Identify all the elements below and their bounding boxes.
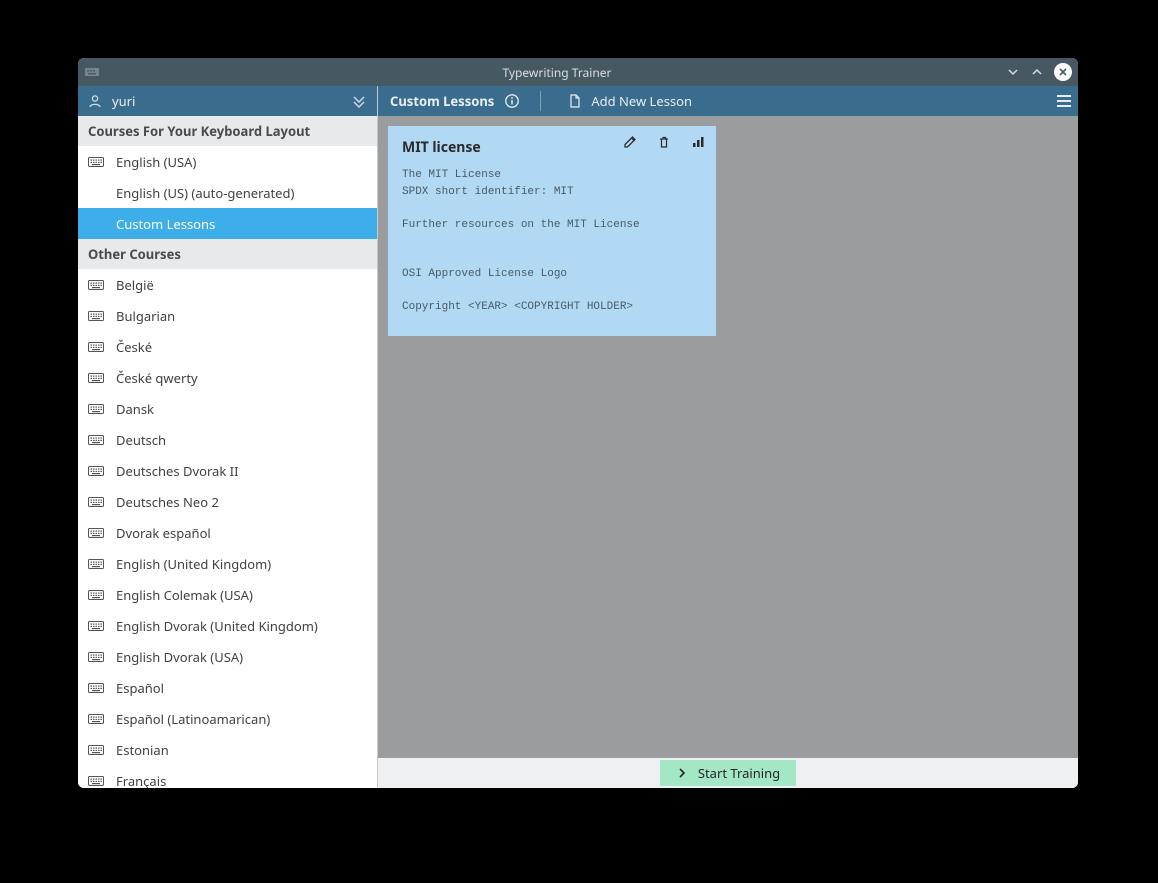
course-item[interactable]: English Dvorak (United Kingdom) [78,610,377,641]
course-item[interactable]: Deutsches Neo 2 [78,486,377,517]
keyboard-icon [88,527,104,539]
close-icon [1058,67,1068,77]
course-item[interactable]: België [78,269,377,300]
minimize-button[interactable] [1006,65,1020,79]
window-title: Typewriting Trainer [108,64,1006,81]
footer: Start Training [378,758,1078,788]
chevron-right-icon [676,767,688,779]
course-item[interactable]: Español [78,672,377,703]
info-icon[interactable] [504,93,520,109]
keyboard-icon [88,589,104,601]
expand-down-icon [351,94,367,108]
app-icon [84,64,100,80]
course-item[interactable]: English Dvorak (USA) [78,641,377,672]
keyboard-icon [88,403,104,415]
keyboard-icon [88,341,104,353]
course-item[interactable]: English (US) (auto-generated) [78,177,377,208]
course-item[interactable]: Dansk [78,393,377,424]
sidebar: yuri Courses For Your Keyboard Layout En… [78,86,378,788]
course-label: České qwerty [116,369,198,387]
course-label: België [116,276,154,294]
edit-icon[interactable] [622,134,638,150]
keyboard-icon [88,651,104,663]
toolbar: Custom Lessons Add New Lesson [378,86,1078,116]
course-label: Dansk [116,400,154,418]
course-item[interactable]: Dvorak español [78,517,377,548]
course-label: Estonian [116,741,169,759]
user-icon [88,94,102,108]
new-document-icon [567,93,583,109]
keyboard-icon [88,713,104,725]
start-training-button[interactable]: Start Training [660,760,796,786]
stats-icon[interactable] [690,134,706,150]
toolbar-separator [540,91,541,111]
close-button[interactable] [1054,63,1072,81]
lesson-preview-text: The MIT License SPDX short identifier: M… [402,167,702,316]
course-item[interactable]: České [78,331,377,362]
course-label: Custom Lessons [116,215,215,233]
course-item[interactable]: Estonian [78,734,377,765]
course-label: Español [116,679,164,697]
course-label: English Colemak (USA) [116,586,253,604]
keyboard-icon [88,496,104,508]
course-label: English Dvorak (United Kingdom) [116,617,318,635]
course-item[interactable]: Deutsch [78,424,377,455]
course-label: Dvorak español [116,524,211,542]
user-selector[interactable]: yuri [78,86,377,116]
lesson-card[interactable]: MIT license The MIT License SPDX short i… [388,126,716,336]
course-item[interactable]: České qwerty [78,362,377,393]
keyboard-icon [88,558,104,570]
course-label: Deutsches Dvorak II [116,462,239,480]
app-window: Typewriting Trainer yuri [78,58,1078,788]
user-name: yuri [112,92,135,110]
course-item[interactable]: English (United Kingdom) [78,548,377,579]
delete-icon[interactable] [656,134,672,150]
course-label: Español (Latinoamarican) [116,710,270,728]
course-label: English (US) (auto-generated) [116,184,294,202]
course-item[interactable]: English Colemak (USA) [78,579,377,610]
keyboard-icon [88,156,104,168]
course-item[interactable]: Deutsches Dvorak II [78,455,377,486]
course-label: České [116,338,152,356]
keyboard-icon [88,372,104,384]
main-area: Custom Lessons Add New Lesson [378,86,1078,788]
keyboard-icon [88,465,104,477]
add-new-lesson-label: Add New Lesson [591,92,692,110]
start-training-label: Start Training [698,764,780,782]
keyboard-icon [88,310,104,322]
course-item[interactable]: English (USA) [78,146,377,177]
add-new-lesson-button[interactable]: Add New Lesson [561,92,698,110]
course-item[interactable]: Bulgarian [78,300,377,331]
keyboard-icon [88,744,104,756]
course-list[interactable]: Courses For Your Keyboard Layout English… [78,116,377,788]
course-label: Français [116,772,166,789]
menu-button[interactable] [1050,87,1078,115]
keyboard-icon [88,775,104,787]
titlebar: Typewriting Trainer [78,58,1078,86]
keyboard-icon [88,620,104,632]
course-item[interactable]: Custom Lessons [78,208,377,239]
course-label: Deutsches Neo 2 [116,493,219,511]
section-header-other-courses: Other Courses [78,239,377,269]
lesson-canvas: MIT license The MIT License SPDX short i… [378,116,1078,758]
course-label: Bulgarian [116,307,175,325]
section-header-keyboard-layout: Courses For Your Keyboard Layout [78,116,377,146]
course-label: English (USA) [116,153,196,171]
course-label: Deutsch [116,431,166,449]
keyboard-icon [88,434,104,446]
keyboard-icon [88,682,104,694]
keyboard-icon [88,279,104,291]
course-item[interactable]: Français [78,765,377,788]
chevron-up-icon [1031,66,1043,78]
toolbar-title: Custom Lessons [390,92,494,110]
maximize-button[interactable] [1030,65,1044,79]
hamburger-icon [1057,95,1071,97]
chevron-down-icon [1007,66,1019,78]
course-label: English Dvorak (USA) [116,648,243,666]
course-label: English (United Kingdom) [116,555,271,573]
course-item[interactable]: Español (Latinoamarican) [78,703,377,734]
